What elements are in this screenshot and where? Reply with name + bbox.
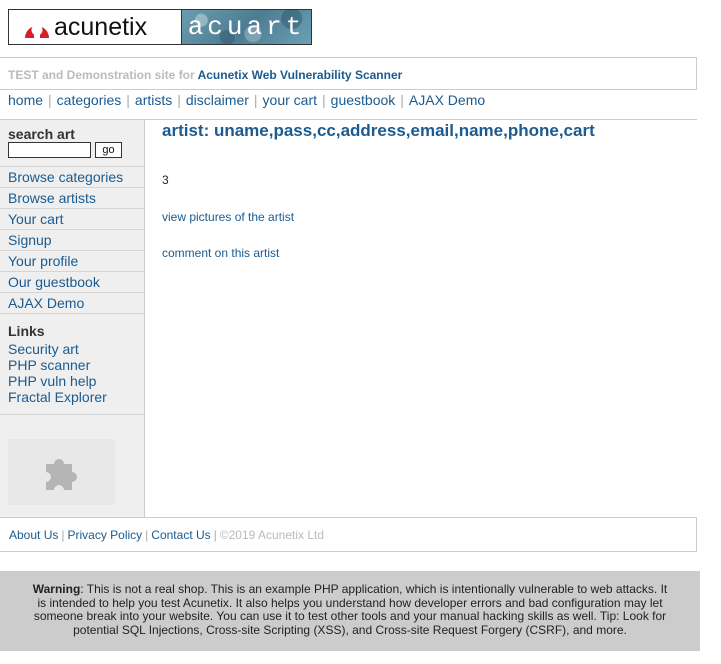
warning-body: : This is not a real shop. This is an ex… (33, 582, 668, 637)
footer-about-link[interactable]: About Us (9, 528, 58, 542)
acunetix-logo-icon (25, 24, 49, 40)
footer: About Us | Privacy Policy | Contact Us | ©2019… (0, 517, 697, 552)
sidebar-menu: Browse categories Browse artists Your cart… (0, 166, 144, 314)
nav-item-artists[interactable]: artists (135, 92, 172, 108)
link-item-fractal-explorer[interactable]: Fractal Explorer (8, 389, 107, 405)
sidebar-item-browse-artists[interactable]: Browse artists (0, 188, 144, 209)
logo-brand-text: acunetix (54, 12, 148, 41)
plugin-placeholder (8, 439, 115, 505)
page: acunetix acuart TEST and Demonstration s… (0, 0, 721, 664)
nav-separator: | (322, 92, 326, 108)
artist-info-value: 3 (162, 173, 169, 187)
nav-item-categories[interactable]: categories (57, 92, 122, 108)
nav-item-disclaimer[interactable]: disclaimer (186, 92, 249, 108)
footer-separator: | (145, 528, 149, 542)
warning-label: Warning (32, 582, 81, 596)
nav-item-ajax-demo[interactable]: AJAX Demo (409, 92, 485, 108)
search-go-button[interactable]: go (95, 142, 122, 158)
sidebar-item-signup[interactable]: Signup (0, 230, 144, 251)
nav-separator: | (126, 92, 130, 108)
search-input[interactable] (8, 142, 91, 158)
sidebar-item-your-profile[interactable]: Your profile (0, 251, 144, 272)
footer-separator: | (213, 528, 217, 542)
sidebar: search art go Browse categories Browse ar… (0, 120, 145, 518)
sidebar-item-ajax-demo[interactable]: AJAX Demo (0, 293, 144, 314)
sidebar-divider (0, 414, 144, 415)
nav-item-your-cart[interactable]: your cart (263, 92, 317, 108)
warning-text: Warning: This is not a real shop. This i… (30, 582, 670, 637)
link-item-security-art[interactable]: Security art (8, 341, 107, 357)
link-item-php-scanner[interactable]: PHP scanner (8, 357, 107, 373)
footer-separator: | (61, 528, 65, 542)
site-logo[interactable]: acunetix acuart (8, 9, 312, 45)
links-list: Security art PHP scanner PHP vuln help Frac… (8, 341, 107, 405)
link-item-php-vuln-help[interactable]: PHP vuln help (8, 373, 107, 389)
artist-heading: artist: uname,pass,cc,address,email,name… (162, 121, 595, 140)
sidebar-item-browse-categories[interactable]: Browse categories (0, 166, 144, 188)
tagline-bar: TEST and Demonstration site for Acunetix… (0, 57, 697, 90)
logo-site-text: acuart (187, 12, 306, 42)
nav-separator: | (48, 92, 52, 108)
nav-item-guestbook[interactable]: guestbook (331, 92, 396, 108)
acunetix-logo: acunetix (9, 10, 181, 44)
nav-separator: | (400, 92, 404, 108)
links-title: Links (8, 323, 45, 339)
puzzle-piece-icon (45, 459, 77, 490)
nav-item-home[interactable]: home (8, 92, 43, 108)
acuart-banner: acuart (181, 10, 311, 44)
top-navigation: home | categories | artists | disclaimer | your … (8, 92, 485, 108)
tagline-product-link[interactable]: Acunetix Web Vulnerability Scanner (198, 68, 403, 82)
footer-contact-link[interactable]: Contact Us (151, 528, 210, 542)
view-pictures-link[interactable]: view pictures of the artist (162, 210, 294, 224)
footer-copyright: ©2019 Acunetix Ltd (219, 528, 325, 542)
nav-separator: | (253, 92, 258, 108)
sidebar-item-our-guestbook[interactable]: Our guestbook (0, 272, 144, 293)
search-title: search art (8, 126, 75, 142)
sidebar-item-your-cart[interactable]: Your cart (0, 209, 144, 230)
tagline-prefix: TEST and Demonstration site for (8, 68, 195, 82)
warning-banner: Warning: This is not a real shop. This i… (0, 571, 700, 651)
footer-privacy-link[interactable]: Privacy Policy (67, 528, 142, 542)
comment-artist-link[interactable]: comment on this artist (162, 246, 279, 260)
nav-separator: | (177, 92, 181, 108)
